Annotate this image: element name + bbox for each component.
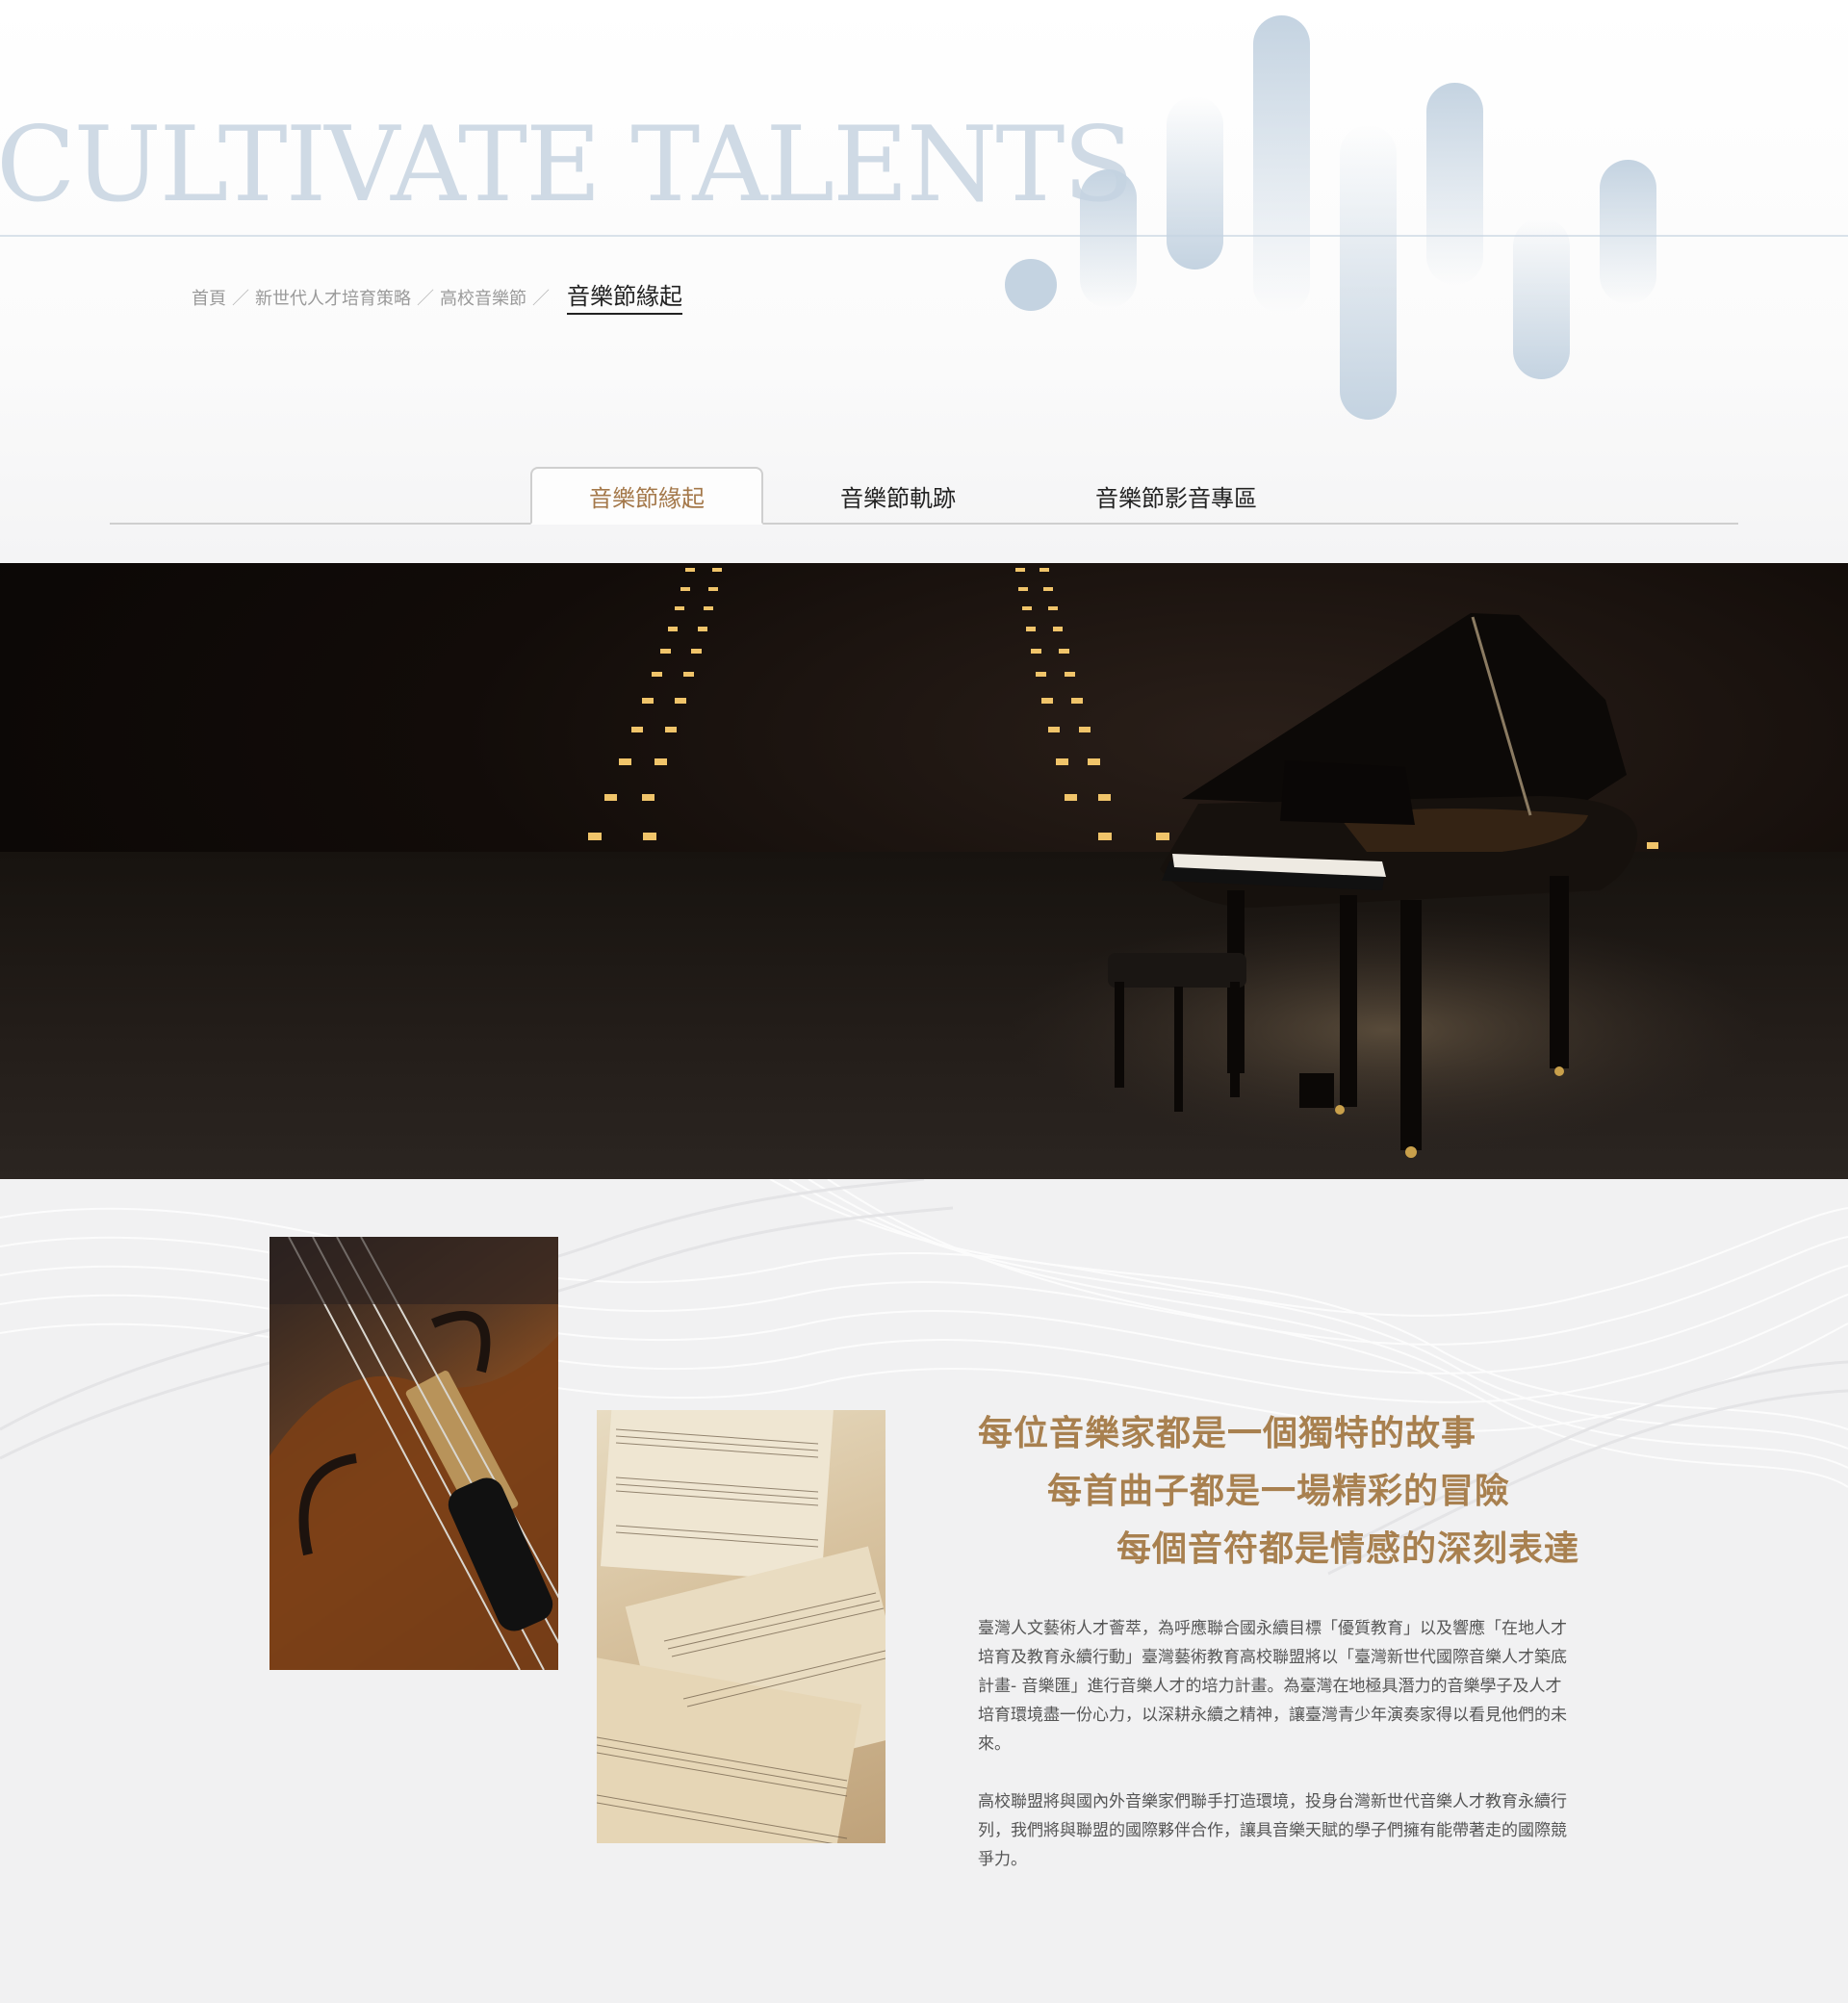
stair-lights-left <box>588 568 722 840</box>
violin-photo <box>270 1237 558 1670</box>
sound-wave-graphic <box>1005 15 1656 420</box>
breadcrumb-home[interactable]: 首頁 <box>192 285 226 310</box>
tab-festival-media[interactable]: 音樂節影音專區 <box>1054 467 1298 525</box>
breadcrumb-talent-strategy[interactable]: 新世代人才培育策略 <box>255 285 411 310</box>
hero-section: CULTIVATE TALENTS 首頁 ／ 新世代人才培育策略 ／ 高校音樂節… <box>0 0 1848 563</box>
sheet-music-photo <box>597 1410 886 1843</box>
wave-bar <box>1167 96 1223 270</box>
wave-bar <box>1513 218 1570 379</box>
breadcrumb-music-festival[interactable]: 高校音樂節 <box>440 285 526 310</box>
wave-bar <box>1253 15 1310 314</box>
intro-section: 每位音樂家都是一個獨特的故事 每首曲子都是一場精彩的冒險 每個音符都是情感的深刻… <box>0 1179 1848 2003</box>
piano-stage-illustration <box>588 568 1761 1158</box>
breadcrumb-separator: ／ <box>232 289 249 309</box>
breadcrumb-separator: ／ <box>417 289 434 309</box>
piano-banner-image <box>0 563 1848 1179</box>
breadcrumb-current: 音樂節緣起 <box>567 277 682 315</box>
headline-line-3: 每個音符都是情感的深刻表達 <box>1116 1529 1580 1569</box>
stair-lights-right <box>1015 568 1169 840</box>
breadcrumb-separator: ／ <box>532 289 550 309</box>
headline-line-2: 每首曲子都是一場精彩的冒險 <box>1047 1472 1511 1511</box>
wave-bar <box>1600 160 1656 304</box>
wave-bar <box>1340 125 1397 420</box>
wave-dot <box>1005 259 1057 311</box>
intro-paragraph-2: 高校聯盟將與國內外音樂家們聯手打造環境，投身台灣新世代音樂人才教育永續行列，我們… <box>978 1792 1567 1869</box>
headline-line-1: 每位音樂家都是一個獨特的故事 <box>978 1414 1477 1453</box>
wave-bar <box>1080 169 1137 308</box>
intro-paragraph-1: 臺灣人文藝術人才薈萃，為呼應聯合國永續目標「優質教育」以及響應「在地人才培育及教… <box>978 1619 1567 1754</box>
tab-festival-origin[interactable]: 音樂節緣起 <box>530 467 763 525</box>
breadcrumb: 首頁 ／ 新世代人才培育策略 ／ 高校音樂節 ／ 音樂節緣起 <box>192 277 682 315</box>
wave-bar <box>1426 83 1483 285</box>
tab-festival-history[interactable]: 音樂節軌跡 <box>784 467 1012 525</box>
